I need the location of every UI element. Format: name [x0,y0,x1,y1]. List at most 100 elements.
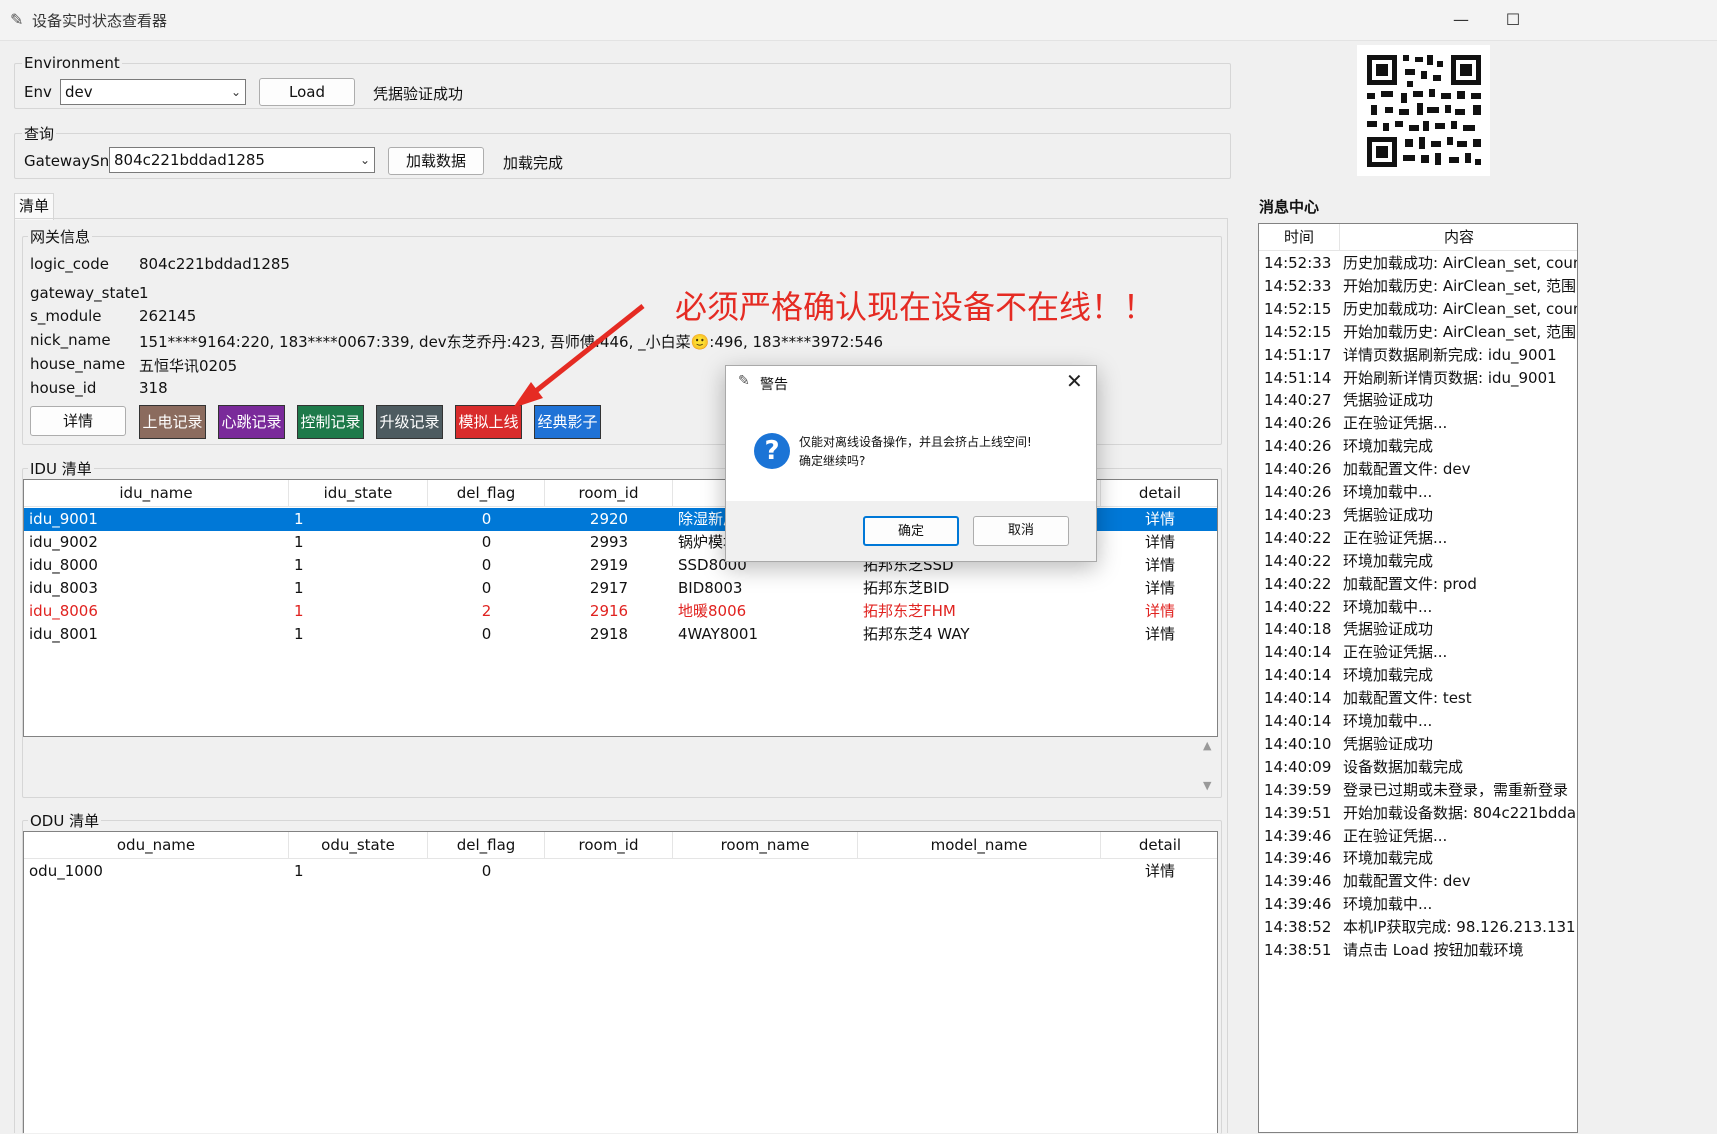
cell-detail[interactable]: 详情 [1101,531,1217,554]
message-row[interactable]: 14:40:14 环境加载中... [1259,710,1569,733]
message-row[interactable]: 14:52:15 历史加载成功: AirClean_set, count= [1259,298,1577,321]
col-room-id[interactable]: room_id [545,480,673,506]
message-text: 开始加载历史: AirClean_set, 范围:无 [1343,322,1578,341]
message-time: 14:40:14 [1264,643,1332,662]
message-row[interactable]: 14:40:23 凭据验证成功 [1259,504,1569,527]
col-model-name[interactable]: model_name [858,832,1101,858]
tab-list[interactable]: 清单 [14,193,54,220]
message-row[interactable]: 14:39:46 环境加载完成 [1259,847,1569,870]
message-row[interactable]: 14:39:46 正在验证凭据... [1259,825,1569,848]
message-row[interactable]: 14:51:14 开始刷新详情页数据: idu_9001 [1259,367,1569,390]
message-row[interactable]: 14:38:52 本机IP获取完成: 98.126.213.131 [1259,916,1576,939]
message-row[interactable]: 14:40:14 加载配置文件: test [1259,687,1569,710]
warning-dialog: ✎ 警告 ✕ ? 仅能对离线设备操作，并且会挤占上线空间! 确定继续吗? 确定 … [725,365,1097,562]
heartbeat-record-button[interactable]: 心跳记录 [218,405,285,439]
col-idu-state[interactable]: idu_state [289,480,428,506]
col-idu-name[interactable]: idu_name [24,480,289,506]
title-bar: ✎ 设备实时状态查看器 — ☐ [0,0,1717,41]
confirm-button[interactable]: 确定 [863,516,959,546]
question-icon: ? [754,433,790,469]
idu-vertical-scrollbar[interactable]: ▲ ▼ [1200,739,1218,795]
message-text: 环境加载中... [1343,483,1433,501]
env-select[interactable]: dev ⌄ [60,79,246,105]
table-row[interactable]: idu_8001 1 0 2918 4WAY8001 拓邦东芝4 WAY 详情 [24,623,1217,646]
message-row[interactable]: 14:40:14 正在验证凭据... [1259,641,1569,664]
control-record-button[interactable]: 控制记录 [297,405,364,439]
env-select-value: dev [65,83,93,101]
message-row[interactable]: 14:39:59 登录已过期或未登录，需重新登录 [1259,779,1569,802]
col-room-name[interactable]: room_name [673,832,858,858]
message-row[interactable]: 14:40:14 环境加载完成 [1259,664,1569,687]
chevron-down-icon: ⌄ [230,85,241,99]
odu-table: odu_name odu_state del_flag room_id room… [23,831,1218,1133]
message-row[interactable]: 14:38:51 请点击 Load 按钮加载环境 [1259,939,1569,962]
message-row[interactable]: 14:39:46 环境加载中... [1259,893,1569,916]
col-del-flag[interactable]: del_flag [428,832,545,858]
message-time: 14:39:46 [1264,872,1332,891]
message-text: 加载配置文件: dev [1343,872,1471,891]
power-record-button[interactable]: 上电记录 [139,405,206,439]
field-key-gateway-state: gateway_state [30,284,140,302]
maximize-button[interactable]: ☐ [1490,6,1536,34]
table-row[interactable]: idu_8003 1 0 2917 BID8003 拓邦东芝BID 详情 [24,577,1217,600]
message-row[interactable]: 14:52:33 开始加载历史: AirClean_set, 范围:无 [1259,275,1577,298]
message-text: 开始刷新详情页数据: idu_9001 [1343,368,1557,387]
col-detail[interactable]: detail [1101,832,1217,858]
minimize-button[interactable]: — [1438,6,1484,34]
table-row[interactable]: odu_1000 1 0 详情 [24,860,1217,883]
scroll-up-icon[interactable]: ▲ [1203,739,1211,752]
cell-idu-name: idu_8001 [29,625,98,643]
cell-idu-state: 1 [294,579,304,597]
upgrade-record-button[interactable]: 升级记录 [376,405,443,439]
message-row[interactable]: 14:40:10 凭据验证成功 [1259,733,1569,756]
close-icon[interactable]: ✕ [1066,369,1083,393]
message-row[interactable]: 14:52:33 历史加载成功: AirClean_set, count= [1259,252,1577,275]
message-row[interactable]: 14:40:09 设备数据加载完成 [1259,756,1569,779]
message-row[interactable]: 14:39:51 开始加载设备数据: 804c221bddad1285 [1259,802,1577,825]
message-row[interactable]: 14:40:22 正在验证凭据... [1259,527,1569,550]
message-row[interactable]: 14:40:26 正在验证凭据... [1259,412,1569,435]
col-content[interactable]: 内容 [1339,224,1577,250]
col-time[interactable]: 时间 [1259,224,1340,250]
message-text: 正在验证凭据... [1343,643,1448,662]
message-row[interactable]: 14:40:22 加载配置文件: prod [1259,573,1569,596]
message-row[interactable]: 14:51:17 详情页数据刷新完成: idu_9001 [1259,344,1569,367]
message-row[interactable]: 14:39:46 加载配置文件: dev [1259,870,1569,893]
load-data-button[interactable]: 加载数据 [388,147,484,175]
message-time: 14:39:46 [1264,895,1332,914]
detail-button[interactable]: 详情 [30,406,126,436]
dialog-message-line1: 仅能对离线设备操作，并且会挤占上线空间! [799,435,1032,449]
message-row[interactable]: 14:52:15 开始加载历史: AirClean_set, 范围:无 [1259,321,1577,344]
message-row[interactable]: 14:40:26 环境加载完成 [1259,435,1569,458]
table-row[interactable]: idu_8006 1 2 2916 地暖8006 拓邦东芝FHM 详情 [24,600,1217,623]
col-odu-name[interactable]: odu_name [24,832,289,858]
col-room-id[interactable]: room_id [545,832,673,858]
message-row[interactable]: 14:40:27 凭据验证成功 [1259,389,1569,412]
dialog-feather-icon: ✎ [738,373,750,389]
load-button[interactable]: Load [259,78,355,106]
cell-detail[interactable]: 详情 [1101,623,1217,646]
cell-detail[interactable]: 详情 [1101,554,1217,577]
message-row[interactable]: 14:40:18 凭据验证成功 [1259,618,1569,641]
message-row[interactable]: 14:40:22 环境加载中... [1259,596,1569,619]
query-status: 加载完成 [503,154,564,172]
col-detail[interactable]: detail [1101,480,1217,506]
col-del-flag[interactable]: del_flag [428,480,545,506]
scroll-down-icon[interactable]: ▼ [1203,779,1211,792]
col-odu-state[interactable]: odu_state [289,832,428,858]
cell-detail[interactable]: 详情 [1101,577,1217,600]
message-text: 本机IP获取完成: 98.126.213.131 [1343,918,1576,937]
message-row[interactable]: 14:40:26 环境加载中... [1259,481,1569,504]
message-row[interactable]: 14:40:26 加载配置文件: dev [1259,458,1569,481]
message-time: 14:39:59 [1264,780,1332,799]
cell-idu-state: 1 [294,556,304,574]
cell-detail[interactable]: 详情 [1101,860,1217,883]
cancel-button[interactable]: 取消 [973,516,1069,546]
message-text: 开始加载历史: AirClean_set, 范围:无 [1343,276,1578,295]
gateway-select[interactable]: 804c221bddad1285 ⌄ [109,147,375,173]
message-row[interactable]: 14:40:22 环境加载完成 [1259,550,1569,573]
message-time: 14:40:26 [1264,460,1332,479]
cell-del-flag: 0 [481,556,492,574]
cell-detail[interactable]: 详情 [1101,600,1217,623]
cell-detail[interactable]: 详情 [1101,508,1217,531]
